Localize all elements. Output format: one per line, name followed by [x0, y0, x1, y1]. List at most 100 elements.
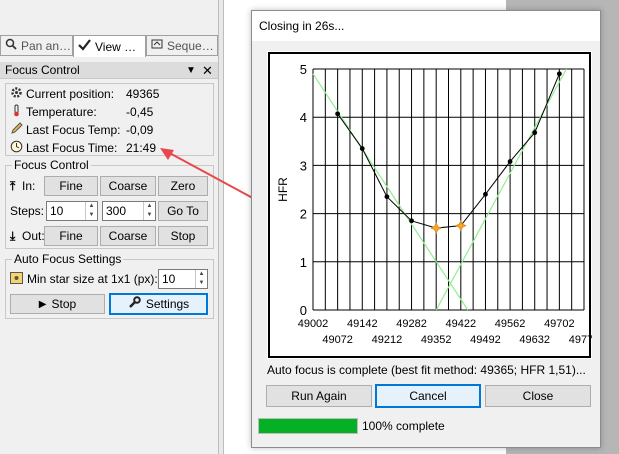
y-tick-label: 5: [300, 62, 307, 77]
y-axis-label: HFR: [276, 177, 290, 202]
auto-focus-group: Auto Focus Settings Min star size at 1x1…: [5, 252, 214, 319]
sequence-icon: [151, 38, 163, 53]
status-row-last-focus-time: Last Focus Time: 21:49: [10, 139, 156, 157]
panel-splitter[interactable]: [218, 0, 224, 454]
gear-icon: [10, 86, 26, 102]
focuser-stop-button[interactable]: Stop: [158, 226, 208, 246]
data-point: [409, 218, 414, 224]
status-value: -0,09: [126, 123, 154, 137]
autofocus-dialog: Closing in 26s... 0 1 2 3 4 5 49002 49142 49282 4…: [251, 10, 601, 448]
clock-icon: [10, 140, 26, 156]
status-label: Current position:: [26, 87, 115, 101]
tab-view[interactable]: View …: [73, 35, 146, 57]
status-label: Temperature:: [26, 105, 97, 119]
status-row-last-focus-temp: Last Focus Temp: -0,09: [10, 121, 153, 139]
data-point: [507, 159, 513, 164]
out-row-label: ⤓ Out:: [10, 227, 45, 245]
x-tick-label: 49772: [569, 334, 592, 346]
data-point: [335, 111, 341, 117]
tab-label: Pan an…: [21, 38, 72, 53]
out-fine-button[interactable]: Fine: [44, 226, 98, 246]
data-point: [532, 130, 538, 136]
in-row-label: ⤒ In:: [10, 177, 35, 195]
dropdown-icon[interactable]: ▼: [186, 65, 196, 76]
button-label: Stop: [170, 229, 196, 243]
x-tick-label: 49142: [347, 318, 378, 330]
tab-bar: Pan an… View … Seque…: [0, 35, 218, 57]
x-tick-label: 49002: [298, 318, 329, 330]
input-value: 10: [162, 272, 176, 286]
button-label: Cancel: [409, 389, 447, 403]
focus-chart-svg: 0 1 2 3 4 5 49002 49142 49282 49422 49562 49702 4907…: [268, 52, 599, 358]
steps-spinner[interactable]: ▲ ▼: [85, 202, 97, 220]
y-tick-label: 4: [300, 110, 307, 125]
y-tick-label: 3: [300, 158, 307, 173]
in-fine-button[interactable]: Fine: [44, 176, 98, 196]
button-label: Stop: [51, 297, 77, 311]
checkmark-icon: [78, 39, 91, 54]
play-icon: ▶: [38, 298, 47, 310]
panel-title: Focus Control: [5, 63, 80, 77]
wrench-icon: [128, 296, 141, 312]
focus-chart: 0 1 2 3 4 5 49002 49142 49282 49422 49562 49702 4907…: [267, 51, 599, 359]
tab-pan-and-zoom[interactable]: Pan an…: [0, 35, 73, 56]
progress-text: 100% complete: [362, 419, 445, 433]
y-tick-label: 2: [300, 207, 307, 222]
data-point: [359, 146, 365, 151]
status-label: Last Focus Time:: [26, 141, 118, 155]
group-title: Auto Focus Settings: [12, 252, 124, 266]
autofocus-stop-button[interactable]: ▶ Stop: [10, 294, 105, 314]
left-panel: Pan an… View … Seque… Focus Control ▼ ✕ …: [0, 0, 218, 454]
out-label: Out:: [22, 229, 45, 243]
status-message: Auto focus is complete (best fit method:…: [267, 363, 586, 377]
button-label: Run Again: [291, 389, 347, 403]
min-star-size-input[interactable]: 10 ▲ ▼: [158, 269, 208, 289]
min-star-label: Min star size at 1x1 (px):: [27, 272, 158, 286]
data-point: [384, 194, 390, 200]
progress-fill: [259, 419, 357, 433]
close-button[interactable]: Close: [485, 385, 591, 407]
button-label: Settings: [145, 297, 190, 311]
chart-frame: [268, 52, 591, 358]
in-coarse-button[interactable]: Coarse: [100, 176, 156, 196]
run-again-button[interactable]: Run Again: [266, 385, 372, 407]
button-label: Fine: [59, 229, 83, 243]
x-tick-label: 49492: [470, 334, 501, 346]
close-icon[interactable]: ✕: [202, 63, 213, 79]
cancel-button[interactable]: Cancel: [375, 384, 481, 408]
button-label: Close: [522, 389, 554, 403]
in-label: In:: [22, 179, 36, 193]
status-label: Last Focus Temp:: [26, 123, 121, 137]
steps-label: Steps:: [10, 204, 45, 218]
tab-label: View …: [95, 39, 137, 54]
star-size-icon: [10, 271, 27, 287]
pencil-icon: [10, 122, 26, 138]
tab-sequence[interactable]: Seque…: [146, 35, 218, 56]
progress-bar: [258, 418, 358, 434]
data-point: [556, 71, 562, 77]
input-value: 10: [50, 204, 64, 218]
x-tick-label: 49422: [446, 318, 477, 330]
arrow-out-icon: ⤓: [10, 228, 16, 243]
button-label: Fine: [59, 179, 83, 193]
min-star-spinner[interactable]: ▲ ▼: [195, 270, 207, 288]
input-value: 300: [106, 204, 127, 218]
x-tick-label: 49352: [421, 334, 452, 346]
autofocus-settings-button[interactable]: Settings: [109, 293, 208, 315]
min-star-row: Min star size at 1x1 (px):: [10, 270, 158, 288]
status-row-temperature: Temperature: -0,45: [10, 103, 153, 121]
dialog-title-bar: Closing in 26s...: [252, 11, 600, 41]
arrow-in-icon: ⤒: [10, 178, 16, 193]
out-coarse-button[interactable]: Coarse: [100, 226, 156, 246]
x-tick-label: 49702: [544, 318, 575, 330]
x-tick-label: 49282: [396, 318, 427, 330]
button-label: Coarse: [108, 229, 148, 243]
data-point: [483, 191, 488, 197]
thermometer-icon: [10, 104, 26, 120]
x-tick-label: 49632: [519, 334, 550, 346]
position-input[interactable]: 300 ▲ ▼: [102, 201, 156, 221]
y-tick-label: 1: [300, 255, 307, 270]
dialog-title: Closing in 26s...: [259, 19, 345, 33]
steps-input[interactable]: 10 ▲ ▼: [46, 201, 98, 221]
x-tick-label: 49212: [372, 334, 403, 346]
